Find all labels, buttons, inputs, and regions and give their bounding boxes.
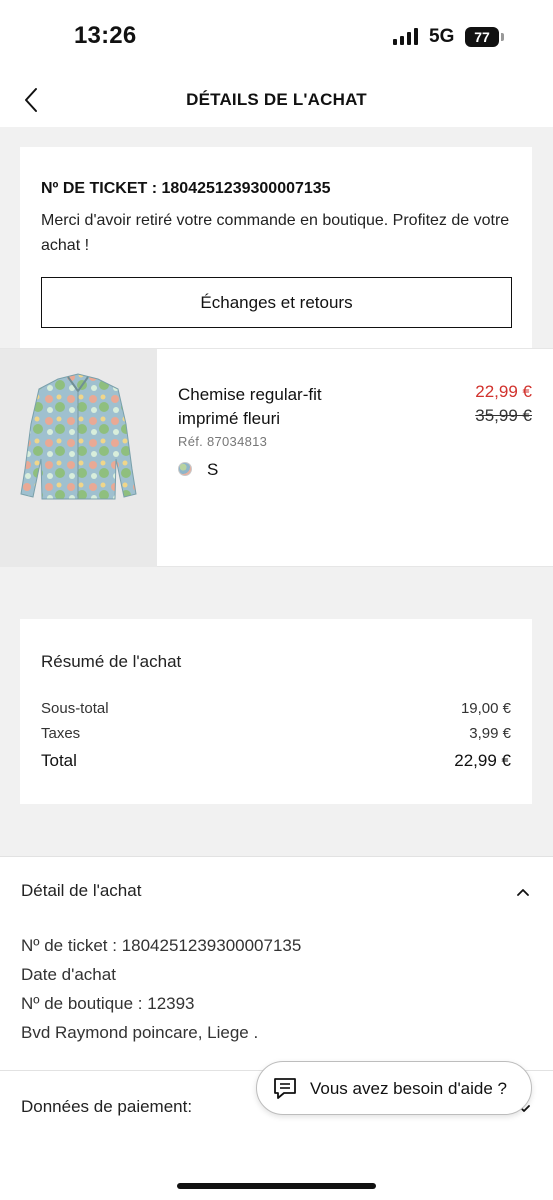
battery-tip — [501, 33, 504, 41]
product-size: S — [207, 460, 219, 479]
nav-bar: DÉTAILS DE L'ACHAT — [0, 75, 553, 127]
purchase-summary-card: Résumé de l'achat Sous-total 19,00 € Tax… — [20, 619, 532, 804]
detail-store-number: Nº de boutique : 12393 — [21, 994, 195, 1013]
chevron-up-icon[interactable] — [515, 884, 531, 900]
tax-label: Taxes — [41, 725, 81, 742]
ticket-card: Nº DE TICKET : 1804251239300007135 Merci… — [20, 147, 532, 348]
tax-value: 3,99 € — [469, 725, 511, 742]
tax-row: Taxes 3,99 € — [41, 725, 511, 742]
network-type: 5G — [429, 26, 455, 47]
color-swatch — [178, 462, 192, 476]
product-name: Chemise regular-fit imprimé fleuri — [178, 385, 322, 428]
status-bar: 13:26 5G 77 — [0, 0, 553, 75]
total-row: Total 22,99 € — [41, 751, 511, 771]
battery-icon: 77 — [465, 27, 499, 47]
total-label: Total — [41, 751, 77, 770]
purchase-detail-section: Détail de l'achat Nº de ticket : 1804251… — [0, 856, 553, 1070]
detail-ticket-number: Nº de ticket : 1804251239300007135 — [21, 936, 302, 955]
detail-address: Bvd Raymond poincare, Liege . — [21, 1023, 259, 1042]
product-row[interactable]: Chemise regular-fit imprimé fleuri Réf. … — [0, 348, 553, 567]
detail-title[interactable]: Détail de l'achat — [21, 881, 141, 901]
subtotal-value: 19,00 € — [460, 700, 511, 717]
subtotal-row: Sous-total 19,00 € — [41, 700, 511, 717]
total-value: 22,99 € — [454, 751, 511, 770]
payment-title[interactable]: Données de paiement: — [21, 1097, 192, 1117]
sale-price: 22,99 € — [475, 382, 532, 401]
pickup-message: Merci d'avoir retiré votre commande en b… — [41, 212, 510, 254]
chat-icon — [274, 1078, 296, 1099]
help-label: Vous avez besoin d'aide ? — [310, 1079, 508, 1098]
product-ref: Réf. 87034813 — [178, 434, 268, 449]
ticket-number: Nº DE TICKET : 1804251239300007135 — [41, 180, 331, 197]
detail-date: Date d'achat — [21, 965, 116, 984]
exchanges-returns-button[interactable]: Échanges et retours — [41, 277, 512, 328]
product-image — [0, 349, 157, 567]
original-price: 35,99 € — [475, 406, 532, 425]
signal-icon — [393, 28, 418, 45]
status-time: 13:26 — [74, 22, 137, 49]
detail-lines: Nº de ticket : 1804251239300007135 Date … — [21, 931, 301, 1047]
help-button[interactable]: Vous avez besoin d'aide ? — [256, 1061, 532, 1115]
page-title: DÉTAILS DE L'ACHAT — [186, 90, 367, 109]
home-indicator — [177, 1183, 376, 1189]
summary-title: Résumé de l'achat — [41, 652, 182, 671]
subtotal-label: Sous-total — [41, 700, 109, 717]
